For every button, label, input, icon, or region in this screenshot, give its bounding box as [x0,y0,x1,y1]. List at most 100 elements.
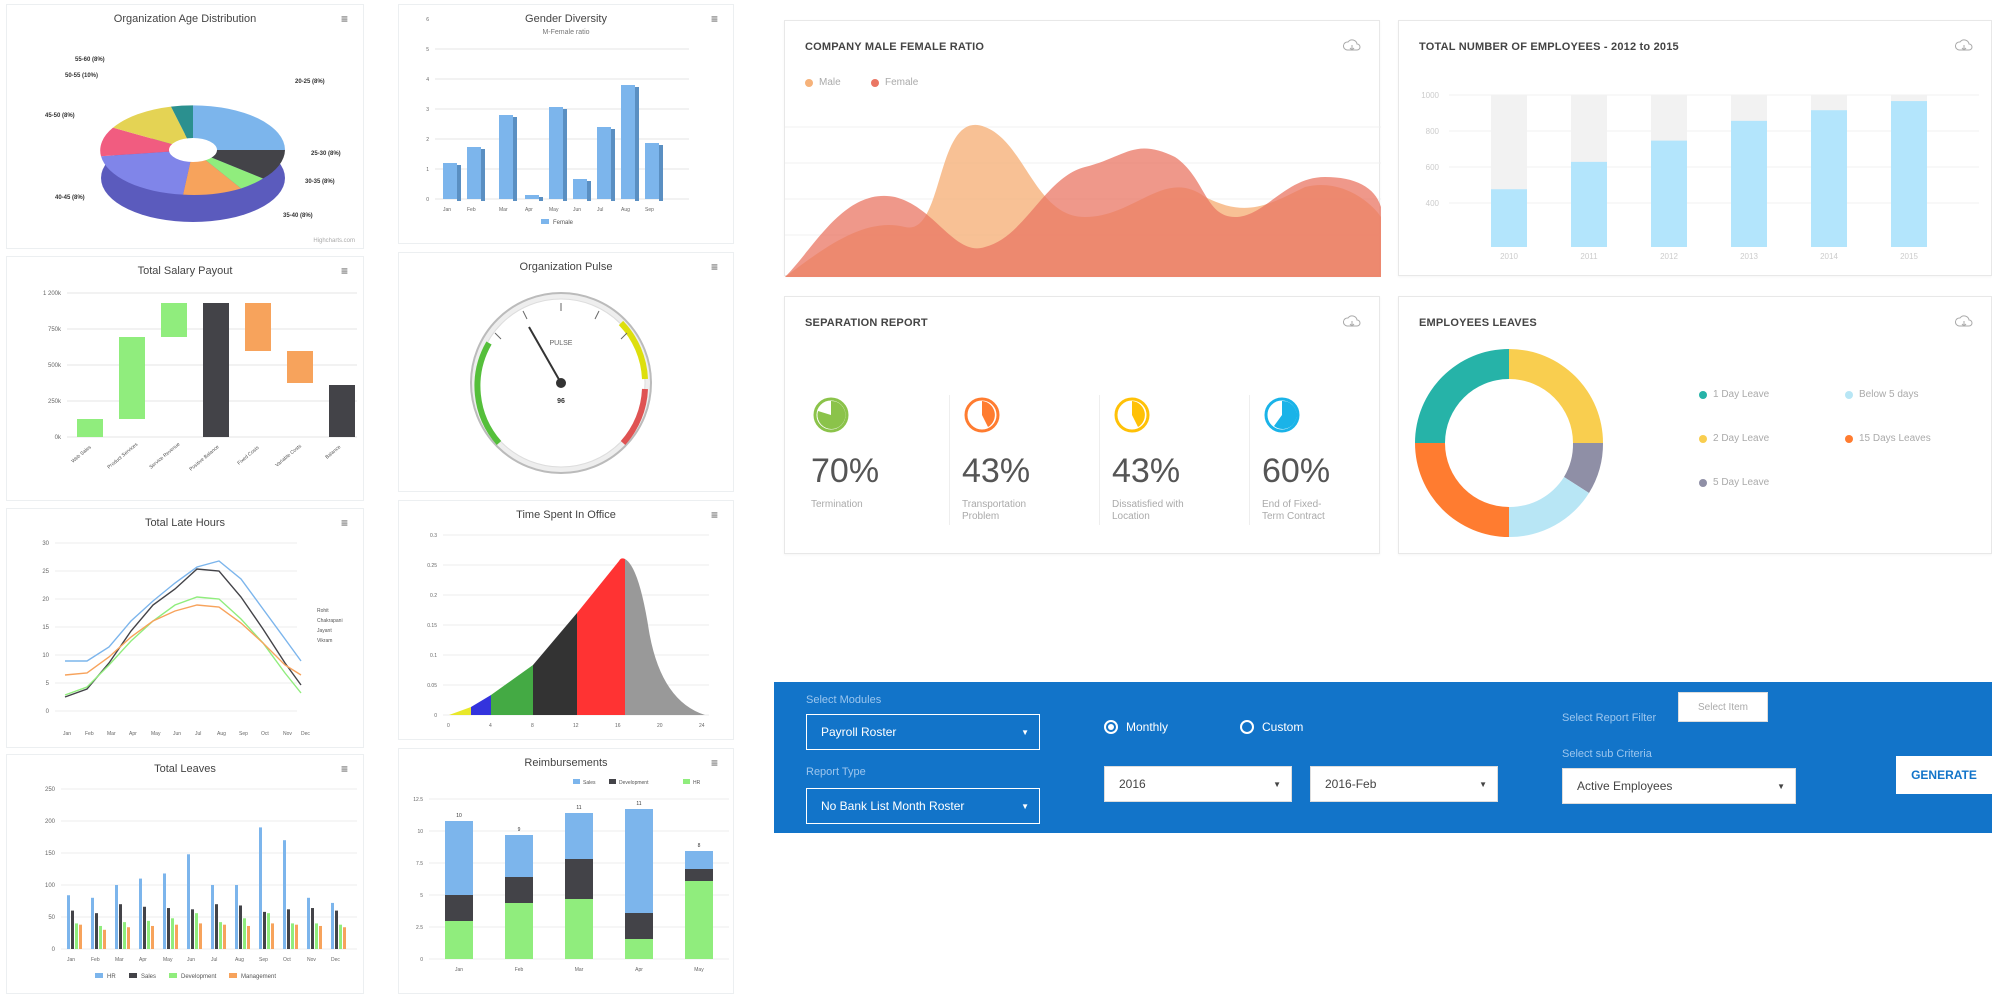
svg-text:9: 9 [518,827,521,833]
dropdown-arrow-icon: ▼ [1021,727,1029,737]
leave-bar [223,924,226,949]
leave-bar [263,911,266,949]
svg-text:8: 8 [531,723,534,729]
svg-text:Web Sales: Web Sales [70,444,93,464]
x-tick-label: Mar [499,207,508,213]
svg-text:HR: HR [693,780,701,786]
x-tick-label: Aug [235,957,244,963]
svg-text:Balance: Balance [324,444,342,460]
x-tick-label: Jan [67,957,75,963]
svg-text:Sales: Sales [583,780,596,786]
x-tick-label: Sep [645,207,654,213]
x-tick-label: Sep [259,957,268,963]
y-tick-label: 6 [426,17,429,23]
pie-label: 20-25 (8%) [295,79,325,85]
gender-bar-side [457,165,461,201]
x-tick-label: Dec [331,957,340,963]
svg-text:Feb: Feb [515,967,524,973]
svg-text:10: 10 [456,813,462,819]
sub-criteria-select[interactable]: Active Employees ▼ [1562,768,1796,804]
cloud-download-icon[interactable] [1343,39,1361,53]
x-tick-label: Jun [187,957,195,963]
leave-bar [199,923,202,949]
svg-text:2012: 2012 [1660,252,1678,261]
svg-text:5: 5 [46,681,50,687]
y-tick-label: 0 [426,197,429,203]
svg-text:10: 10 [42,653,49,659]
svg-text:0: 0 [420,957,423,963]
leave-bar [147,920,150,949]
svg-text:Fixed Costs: Fixed Costs [236,445,260,467]
reimbursement-stacked-bars: Sales Development HR 12.5 10 7.5 5 2.5 0 10… [413,779,729,973]
pie-label: 55-60 (8%) [75,57,105,63]
legend-1-day: 1 Day Leave [1699,389,1769,400]
gender-bar [525,195,539,199]
leave-bar [67,895,70,949]
employee-bar [1571,161,1607,247]
leave-bar [119,904,122,949]
gender-bar [597,127,611,199]
leave-bar [139,878,142,949]
svg-text:Jul: Jul [195,731,201,737]
age-pie: 55-60 (8%) 50-55 (10%) 45-50 (8%) 40-45 … [45,57,341,222]
svg-text:Sep: Sep [239,731,248,737]
leave-bar [171,918,174,949]
employee-bar [1651,140,1687,247]
radio-monthly[interactable]: Monthly [1104,720,1168,734]
svg-text:25: 25 [42,569,49,575]
svg-text:Jan: Jan [455,967,463,973]
modules-select[interactable]: Payroll Roster ▼ [806,714,1040,750]
svg-text:Product Services: Product Services [106,441,139,470]
svg-text:400: 400 [1426,199,1440,208]
generate-button[interactable]: GENERATE [1896,756,1992,794]
pie-label: 40-45 (8%) [55,195,85,201]
leave-bar [239,905,242,949]
year-select[interactable]: 2016 ▼ [1104,766,1292,802]
dropdown-arrow-icon: ▼ [1777,781,1785,791]
total-employees-card: TOTAL NUMBER OF EMPLOYEES - 2012 to 2015… [1398,20,1992,276]
leave-bar [163,873,166,949]
svg-text:96: 96 [557,398,565,405]
leave-bar [331,902,334,949]
leaves-bars: 250 200 150 100 50 0 Jan Feb Mar Apr May Jun Jul A… [45,787,357,980]
svg-text:150: 150 [45,851,56,857]
pie-label: 45-50 (8%) [45,113,75,119]
gender-bar-side [481,149,485,201]
svg-text:0.05: 0.05 [427,683,437,689]
radio-custom[interactable]: Custom [1240,720,1303,734]
x-tick-label: Apr [139,957,147,963]
svg-text:Female: Female [553,220,574,226]
separation-transportation: 43% Transportation Problem [949,395,1099,525]
svg-text:10: 10 [417,829,423,835]
gender-diversity-chart: Gender Diversity M-Female ratio ≡ Jan Feb… [398,4,734,244]
late-hours-lines: 30 25 20 15 10 5 0 Rohit Chakrapani Jayant Vi… [42,541,343,737]
pie-progress-icon [1264,397,1300,433]
cloud-download-icon[interactable] [1955,315,1973,329]
svg-text:0: 0 [447,723,450,729]
leave-bar [267,913,270,949]
svg-text:Vikram: Vikram [317,638,332,644]
pulse-gauge: PULSE 96 [470,292,652,474]
svg-text:5: 5 [420,893,423,899]
gender-bar [443,163,457,199]
report-type-select[interactable]: No Bank List Month Roster ▼ [806,788,1040,824]
gender-bar-side [513,117,517,201]
select-item-button[interactable]: Select Item [1678,692,1768,722]
cloud-download-icon[interactable] [1955,39,1973,53]
pie-progress-icon [1114,397,1150,433]
x-tick-label: Feb [467,207,476,213]
svg-text:1000: 1000 [1421,91,1439,100]
gender-bar-side [539,197,543,201]
cloud-download-icon[interactable] [1343,315,1361,329]
employee-bar [1811,110,1847,247]
svg-text:Positive Balance: Positive Balance [188,444,220,472]
svg-text:0.15: 0.15 [427,623,437,629]
card-title: COMPANY MALE FEMALE RATIO [805,41,985,53]
leave-bar [79,924,82,949]
svg-text:Chakrapani: Chakrapani [317,618,343,624]
sub-criteria-label: Select sub Criteria [1562,748,1652,760]
svg-text:0: 0 [46,709,50,715]
radio-checked-icon [1104,720,1118,734]
svg-text:May: May [151,731,161,737]
month-select[interactable]: 2016-Feb ▼ [1310,766,1498,802]
